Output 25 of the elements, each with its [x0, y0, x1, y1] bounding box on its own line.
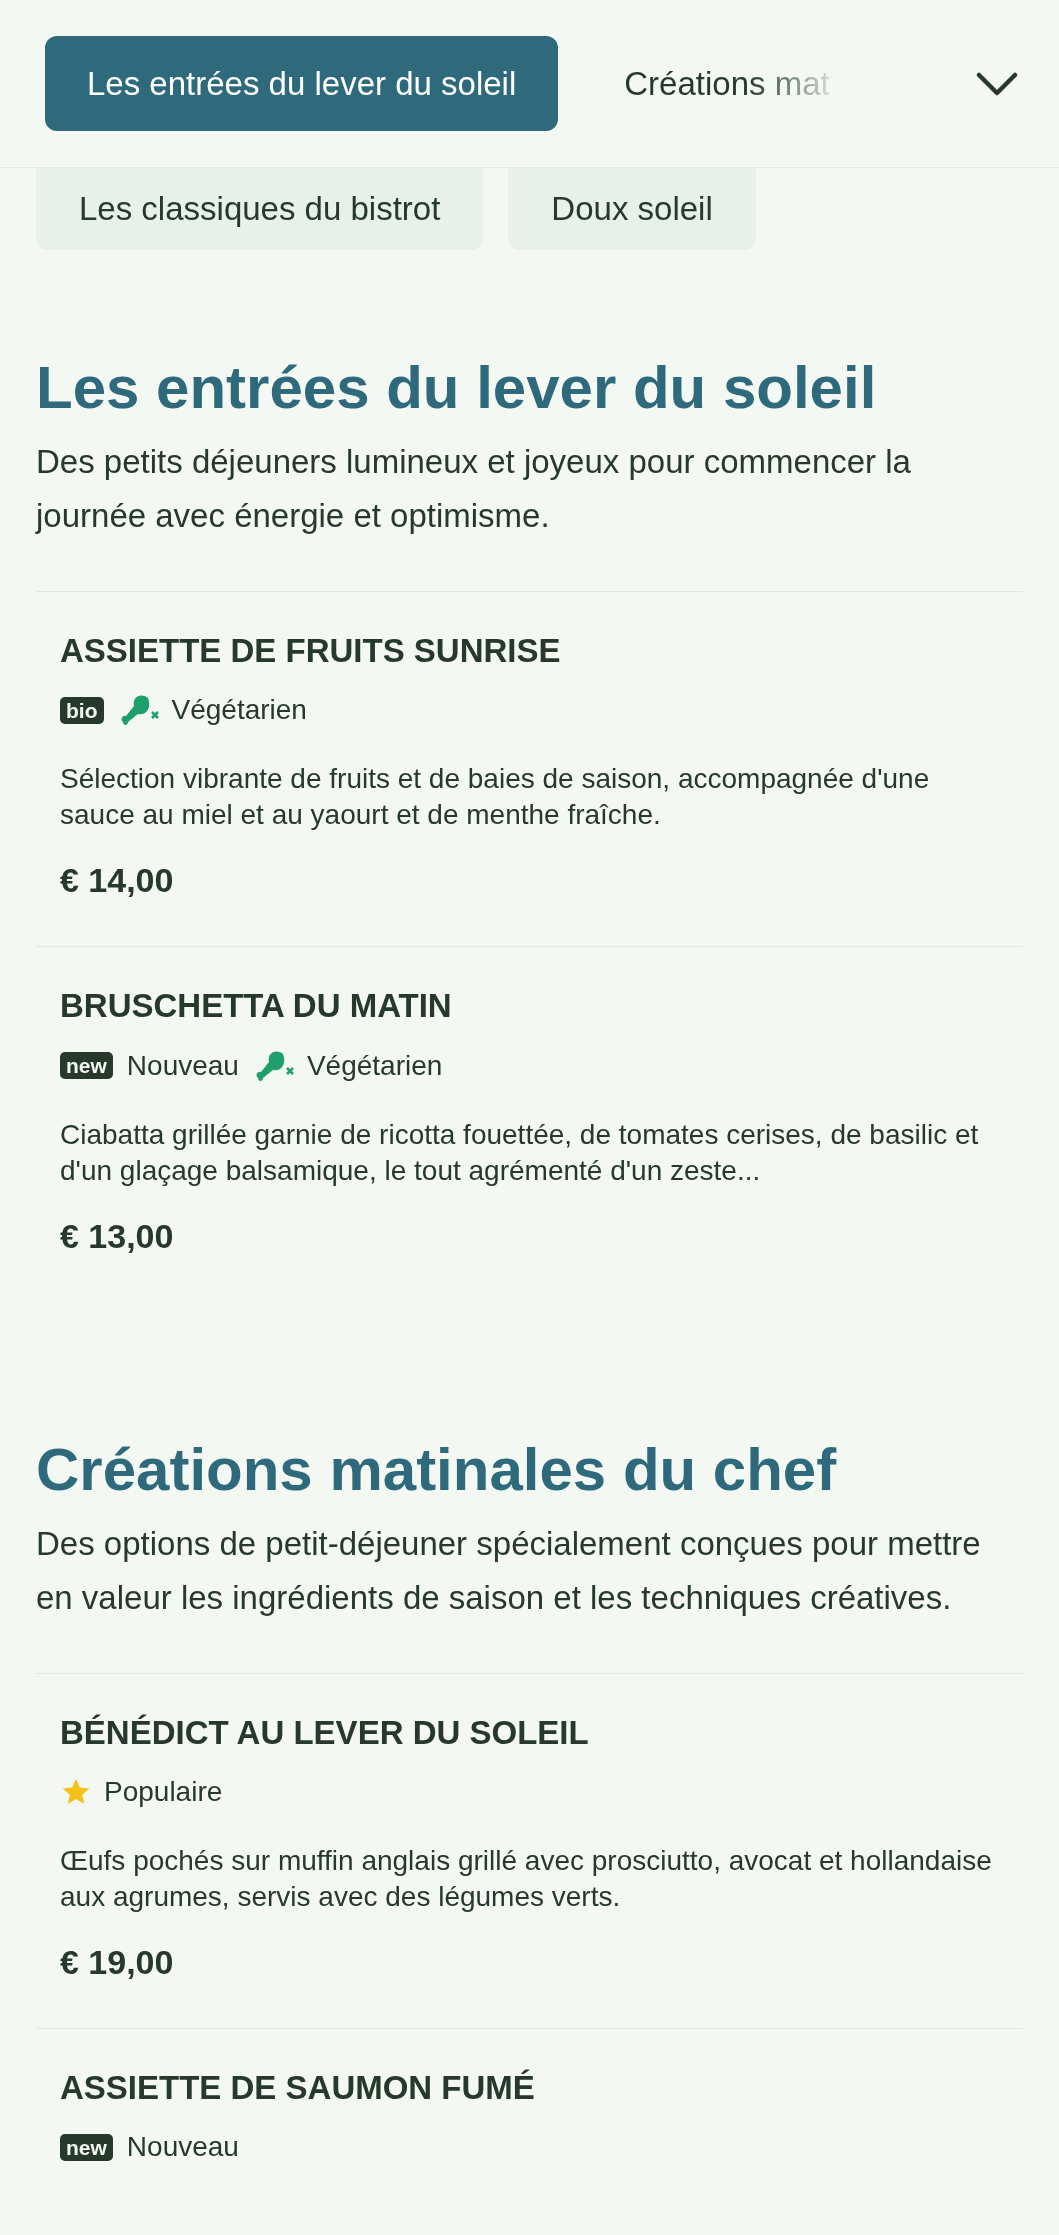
item-price: € 13,00: [60, 1215, 175, 1257]
tag-badge: new: [60, 1052, 113, 1079]
section-title: Créations matinales du chef: [36, 1434, 838, 1505]
tag-label: Végétarien: [171, 693, 307, 728]
category-tab[interactable]: Les entrées du lever du soleil: [45, 36, 559, 131]
tag-badge: bio: [60, 696, 104, 724]
item-name: BÉNÉDICT AU LEVER DU SOLEIL: [60, 1712, 590, 1753]
tag-label: Nouveau: [126, 2130, 239, 2164]
tag-badge: new: [60, 2133, 113, 2161]
section-description: Des options de petit-déjeuner spécialement conçues pour mettre en valeur les ingrédients de saison et les techniques créatives.: [36, 1523, 982, 1618]
item-description: Œufs pochés sur muffin anglais grillé avec prosciutto, avocat et hollandaise aux agrumes, servis avec des légumes verts.: [60, 1843, 993, 1914]
item-price: € 14,00: [60, 860, 175, 902]
section-title: Les entrées du lever du soleil: [36, 353, 878, 423]
item-description: Sélection vibrante de fruits et de baies de saison, accompagnée d'une sauce au miel et au yaourt et de menthe fraîche.: [60, 762, 931, 833]
tag-label: Nouveau: [126, 1048, 239, 1083]
tag-label: Populaire: [104, 1774, 223, 1809]
item-description: Ciabatta grillée garnie de ricotta fouettée, de tomates cerises, de basilic et d'un glaçage balsamique, le tout agrémenté d'un zeste...: [60, 1117, 980, 1188]
item-price: € 19,00: [60, 1941, 175, 1983]
item-name: ASSIETTE DE FRUITS SUNRISE: [60, 631, 562, 671]
category-chip[interactable]: Les classiques du bistrot: [36, 168, 484, 250]
category-chip[interactable]: Doux soleil: [508, 168, 756, 250]
item-name: BRUSCHETTA DU MATIN: [60, 986, 453, 1027]
section-description: Des petits déjeuners lumineux et joyeux pour commencer la journée avec énergie et optimisme.: [36, 442, 912, 536]
item-name: ASSIETTE DE SAUMON FUMÉ: [60, 2067, 536, 2108]
tag-label: Végétarien: [306, 1048, 443, 1083]
